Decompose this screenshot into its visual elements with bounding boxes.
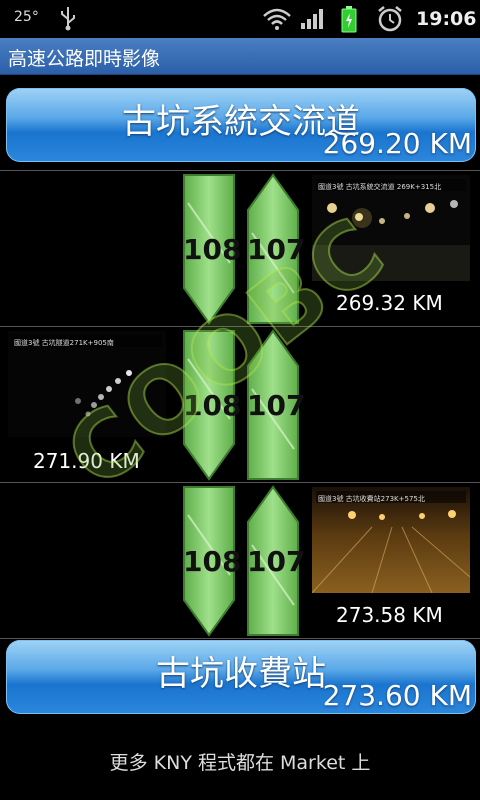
bottom-station-button[interactable]: 古坑收費站 273.60 KM	[6, 640, 476, 714]
signal-icon	[301, 9, 323, 29]
camera-caption: 國道3號 古坑系統交流道 269K+315北	[318, 183, 442, 191]
camera-caption: 國道3號 古坑隧道271K+905南	[14, 339, 114, 347]
battery-icon	[341, 6, 357, 33]
camera-caption: 國道3號 古坑收費站273K+575北	[318, 495, 425, 503]
camera-km: 273.58 KM	[336, 603, 443, 627]
alarm-icon	[378, 6, 402, 32]
usb-icon	[61, 7, 75, 31]
road-segment-3: 108 107 國道3號 古坑收費站273K+575北 273.58 KM	[0, 483, 480, 639]
app-title: 高速公路即時影像	[8, 48, 161, 70]
clock-time: 19:06	[416, 8, 477, 30]
wifi-icon	[263, 8, 291, 30]
market-footer-link[interactable]: 更多 KNY 程式都在 Market 上	[0, 748, 480, 775]
top-interchange-button[interactable]: 古坑系統交流道 269.20 KM	[6, 88, 476, 162]
bottom-station-km: 273.60 KM	[322, 679, 472, 712]
segment-divider	[0, 638, 480, 639]
top-interchange-km: 269.20 KM	[322, 127, 472, 160]
northbound-count: 107	[247, 545, 306, 578]
camera-snapshot-3[interactable]: 國道3號 古坑收費站273K+575北	[312, 487, 470, 593]
southbound-count: 108	[183, 545, 242, 578]
southbound-count: 108	[183, 233, 242, 266]
status-bar: 25° 19:06	[0, 0, 480, 38]
app-title-bar: 高速公路即時影像	[0, 38, 480, 75]
temperature-text: 25°	[14, 9, 39, 25]
